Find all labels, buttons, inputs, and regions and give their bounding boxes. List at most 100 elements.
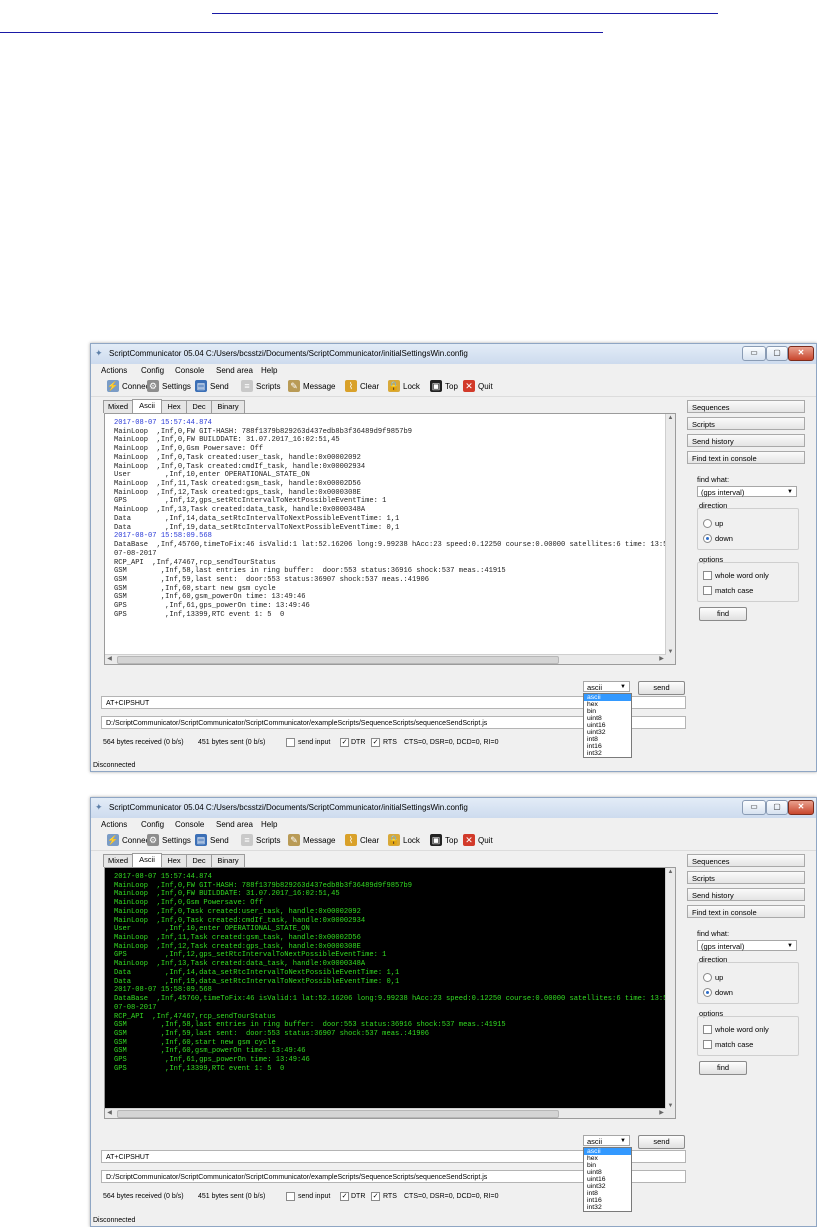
format-option[interactable]: ascii: [584, 1148, 631, 1155]
format-option[interactable]: uint16: [584, 722, 631, 729]
send-history-button[interactable]: Send history: [687, 888, 805, 901]
scroll-down-arrow-icon[interactable]: ▼: [666, 1102, 675, 1110]
send-format-select[interactable]: ascii ▼: [583, 681, 630, 692]
send-input-checkbox[interactable]: [286, 738, 295, 747]
toolbar-quit-button[interactable]: ✕ Quit: [463, 833, 493, 847]
toolbar-connect-button[interactable]: ⚡ Connect: [107, 833, 152, 847]
format-option[interactable]: bin: [584, 708, 631, 715]
format-option[interactable]: uint16: [584, 1176, 631, 1183]
send-button[interactable]: send: [638, 1135, 685, 1149]
menu-console[interactable]: Console: [175, 366, 204, 375]
format-option[interactable]: uint32: [584, 1183, 631, 1190]
format-option[interactable]: uint8: [584, 715, 631, 722]
minimize-button[interactable]: ▭: [742, 346, 766, 361]
menu-help[interactable]: Help: [261, 366, 277, 375]
scroll-up-arrow-icon[interactable]: ▲: [666, 414, 675, 422]
close-button[interactable]: ✕: [788, 346, 814, 361]
format-option[interactable]: uint32: [584, 729, 631, 736]
rts-checkbox[interactable]: ✓: [371, 1192, 380, 1201]
tab-ascii[interactable]: Ascii: [132, 399, 162, 413]
menu-actions[interactable]: Actions: [101, 366, 127, 375]
document-link-underline[interactable]: [0, 32, 603, 33]
format-option[interactable]: int32: [584, 1204, 631, 1211]
send-format-dropdown[interactable]: ascii hex bin uint8 uint16 uint32 int8 int16 int…: [583, 693, 632, 758]
format-option[interactable]: int16: [584, 743, 631, 750]
console-output[interactable]: 2017-08-07 15:57:44.874 MainLoop ,Inf,0,F…: [104, 413, 676, 665]
rts-checkbox[interactable]: ✓: [371, 738, 380, 747]
menu-config[interactable]: Config: [141, 820, 164, 829]
find-what-combo[interactable]: (gps interval) ▼: [697, 940, 797, 951]
dtr-checkbox[interactable]: ✓: [340, 738, 349, 747]
menu-help[interactable]: Help: [261, 820, 277, 829]
toolbar-message-button[interactable]: ✎ Message: [288, 833, 335, 847]
document-link-underline[interactable]: [212, 13, 718, 14]
toolbar-send-button[interactable]: ▤ Send: [195, 833, 229, 847]
find-text-button[interactable]: Find text in console: [687, 905, 805, 918]
radio-down[interactable]: [703, 534, 712, 543]
radio-up[interactable]: [703, 973, 712, 982]
toolbar-scripts-button[interactable]: ≡ Scripts: [241, 833, 280, 847]
scripts-panel-button[interactable]: Scripts: [687, 417, 805, 430]
match-case-checkbox[interactable]: [703, 1040, 712, 1049]
horizontal-scrollbar[interactable]: ◀ ▶: [105, 654, 666, 664]
format-option[interactable]: bin: [584, 1162, 631, 1169]
dtr-checkbox[interactable]: ✓: [340, 1192, 349, 1201]
find-button[interactable]: find: [699, 607, 747, 621]
tab-hex[interactable]: Hex: [161, 854, 187, 867]
toolbar-lock-button[interactable]: 🔒 Lock: [388, 833, 420, 847]
find-text-button[interactable]: Find text in console: [687, 451, 805, 464]
tab-binary[interactable]: Binary: [211, 400, 245, 413]
toolbar-top-button[interactable]: ▣ Top: [430, 833, 458, 847]
scroll-left-arrow-icon[interactable]: ◀: [105, 1109, 114, 1117]
tab-mixed[interactable]: Mixed: [103, 854, 133, 867]
menu-config[interactable]: Config: [141, 366, 164, 375]
send-format-dropdown[interactable]: ascii hex bin uint8 uint16 uint32 int8 int16 int…: [583, 1147, 632, 1212]
format-option[interactable]: ascii: [584, 694, 631, 701]
scripts-panel-button[interactable]: Scripts: [687, 871, 805, 884]
send-input-checkbox[interactable]: [286, 1192, 295, 1201]
radio-down[interactable]: [703, 988, 712, 997]
title-bar[interactable]: ✦ ScriptCommunicator 05.04 C:/Users/bcss…: [91, 344, 816, 364]
sequences-button[interactable]: Sequences: [687, 400, 805, 413]
tab-dec[interactable]: Dec: [186, 400, 212, 413]
maximize-button[interactable]: ▢: [766, 346, 788, 361]
minimize-button[interactable]: ▭: [742, 800, 766, 815]
toolbar-quit-button[interactable]: ✕ Quit: [463, 379, 493, 393]
sequences-button[interactable]: Sequences: [687, 854, 805, 867]
console-output[interactable]: 2017-08-07 15:57:44.874 MainLoop ,Inf,0,F…: [104, 867, 676, 1119]
toolbar-connect-button[interactable]: ⚡ Connect: [107, 379, 152, 393]
whole-word-checkbox[interactable]: [703, 571, 712, 580]
toolbar-top-button[interactable]: ▣ Top: [430, 379, 458, 393]
find-what-combo[interactable]: (gps interval) ▼: [697, 486, 797, 497]
menu-send-area[interactable]: Send area: [216, 820, 253, 829]
whole-word-checkbox[interactable]: [703, 1025, 712, 1034]
tab-hex[interactable]: Hex: [161, 400, 187, 413]
toolbar-send-button[interactable]: ▤ Send: [195, 379, 229, 393]
scroll-down-arrow-icon[interactable]: ▼: [666, 648, 675, 656]
format-option[interactable]: hex: [584, 701, 631, 708]
radio-up[interactable]: [703, 519, 712, 528]
find-button[interactable]: find: [699, 1061, 747, 1075]
scroll-up-arrow-icon[interactable]: ▲: [666, 868, 675, 876]
menu-send-area[interactable]: Send area: [216, 366, 253, 375]
scroll-right-arrow-icon[interactable]: ▶: [657, 1109, 666, 1117]
vertical-scrollbar[interactable]: ▲ ▼: [665, 414, 675, 664]
tab-ascii[interactable]: Ascii: [132, 853, 162, 867]
toolbar-clear-button[interactable]: ⌇ Clear: [345, 833, 379, 847]
toolbar-scripts-button[interactable]: ≡ Scripts: [241, 379, 280, 393]
toolbar-settings-button[interactable]: ⚙ Settings: [147, 379, 191, 393]
send-history-button[interactable]: Send history: [687, 434, 805, 447]
format-option[interactable]: int8: [584, 736, 631, 743]
send-button[interactable]: send: [638, 681, 685, 695]
maximize-button[interactable]: ▢: [766, 800, 788, 815]
format-option[interactable]: hex: [584, 1155, 631, 1162]
vertical-scrollbar[interactable]: ▲ ▼: [665, 868, 675, 1118]
scroll-left-arrow-icon[interactable]: ◀: [105, 655, 114, 663]
toolbar-lock-button[interactable]: 🔒 Lock: [388, 379, 420, 393]
menu-console[interactable]: Console: [175, 820, 204, 829]
tab-mixed[interactable]: Mixed: [103, 400, 133, 413]
scroll-right-arrow-icon[interactable]: ▶: [657, 655, 666, 663]
send-format-select[interactable]: ascii ▼: [583, 1135, 630, 1146]
horizontal-scrollbar[interactable]: ◀ ▶: [105, 1108, 666, 1118]
toolbar-message-button[interactable]: ✎ Message: [288, 379, 335, 393]
